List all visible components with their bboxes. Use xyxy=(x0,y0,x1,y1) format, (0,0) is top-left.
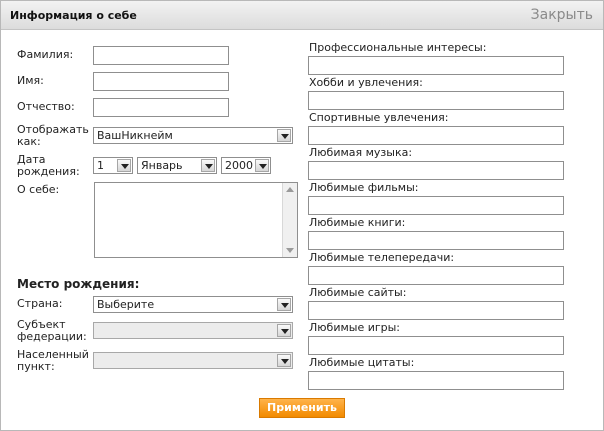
birth-month-value: Январь xyxy=(141,159,183,172)
interest-input[interactable] xyxy=(308,336,564,355)
scroll-down-icon[interactable] xyxy=(283,243,297,257)
interest-input[interactable] xyxy=(308,371,564,390)
scroll-up-icon[interactable] xyxy=(283,183,297,197)
profile-dialog: Информация о себе Закрыть Фамилия: Имя: … xyxy=(0,0,604,431)
city-label-line2: пункт: xyxy=(17,360,55,373)
interest-label: Хобби и увлечения: xyxy=(309,76,423,89)
interest-label: Любимые телепередачи: xyxy=(309,251,455,264)
chevron-down-icon xyxy=(201,159,215,172)
display-as-value: ВашНикнейм xyxy=(97,129,173,142)
birth-year-value: 2000 xyxy=(225,159,253,172)
interest-input[interactable] xyxy=(308,231,564,250)
country-value: Выберите xyxy=(97,298,155,311)
chevron-down-icon xyxy=(255,159,269,172)
birthdate-label-line2: рождения: xyxy=(17,165,80,178)
interest-label: Любимые книги: xyxy=(309,216,406,229)
interest-label: Любимые фильмы: xyxy=(309,181,419,194)
surname-input[interactable] xyxy=(93,46,229,65)
interest-input[interactable] xyxy=(308,91,564,110)
interest-label: Любимые цитаты: xyxy=(309,356,415,369)
region-select[interactable] xyxy=(93,322,293,339)
name-input[interactable] xyxy=(93,72,229,91)
birth-day-select[interactable]: 1 xyxy=(93,157,133,174)
chevron-down-icon xyxy=(277,298,291,311)
birth-month-select[interactable]: Январь xyxy=(137,157,217,174)
birth-year-select[interactable]: 2000 xyxy=(221,157,271,174)
close-link[interactable]: Закрыть xyxy=(531,7,593,23)
interest-input[interactable] xyxy=(308,196,564,215)
apply-button[interactable]: Применить xyxy=(259,398,345,418)
dialog-title: Информация о себе xyxy=(10,9,137,22)
about-label: О себе: xyxy=(17,183,60,196)
name-label: Имя: xyxy=(17,74,44,87)
country-select[interactable]: Выберите xyxy=(93,296,293,313)
chevron-down-icon xyxy=(277,354,291,367)
chevron-down-icon xyxy=(117,159,131,172)
interest-input[interactable] xyxy=(308,126,564,145)
birth-day-value: 1 xyxy=(97,159,104,172)
interest-label: Профессиональные интересы: xyxy=(309,41,487,54)
chevron-down-icon xyxy=(277,129,291,142)
patronymic-input[interactable] xyxy=(93,98,229,117)
scrollbar[interactable] xyxy=(282,183,297,257)
display-as-select[interactable]: ВашНикнейм xyxy=(93,127,293,144)
city-select[interactable] xyxy=(93,352,293,369)
display-as-label-line2: как: xyxy=(17,135,41,148)
region-label-line2: федерации: xyxy=(17,330,87,343)
interest-label: Любимая музыка: xyxy=(309,146,413,159)
chevron-down-icon xyxy=(277,324,291,337)
dialog-titlebar: Информация о себе Закрыть xyxy=(1,1,603,30)
surname-label: Фамилия: xyxy=(17,48,74,61)
country-label: Страна: xyxy=(17,297,63,310)
interest-input[interactable] xyxy=(308,301,564,320)
interest-label: Любимые сайты: xyxy=(309,286,407,299)
interest-input[interactable] xyxy=(308,56,564,75)
birthplace-heading: Место рождения: xyxy=(17,277,140,291)
interest-input[interactable] xyxy=(308,266,564,285)
interest-input[interactable] xyxy=(308,161,564,180)
interest-label: Любимые игры: xyxy=(309,321,401,334)
about-textarea[interactable] xyxy=(94,182,298,258)
interest-label: Спортивные увлечения: xyxy=(309,111,449,124)
patronymic-label: Отчество: xyxy=(17,100,75,113)
